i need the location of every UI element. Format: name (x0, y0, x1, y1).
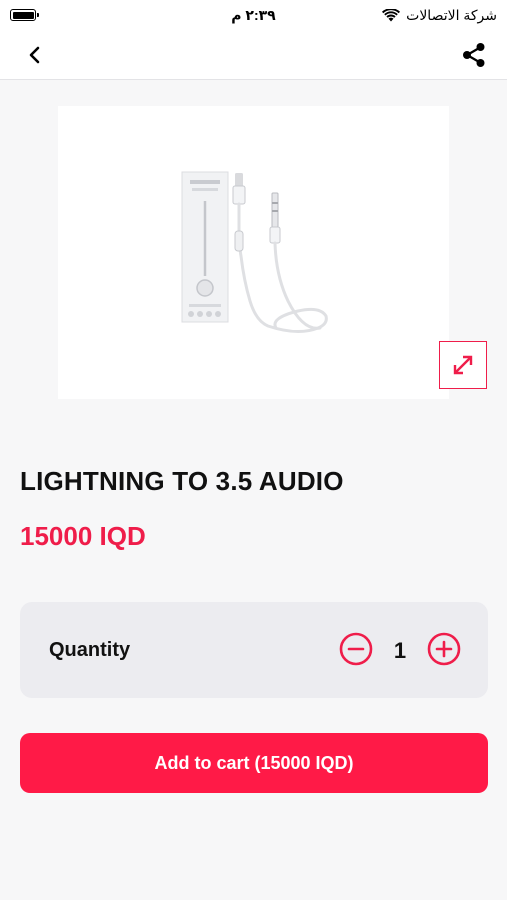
battery-icon (10, 9, 39, 21)
status-bar: ٢:٣٩ م شركة الاتصالات (0, 0, 507, 30)
product-title: LIGHTNING TO 3.5 AUDIO (20, 466, 344, 496)
add-to-cart-button[interactable]: Add to cart (15000 IQD) (20, 733, 488, 793)
product-photo (181, 171, 328, 333)
plus-circle-icon (427, 632, 461, 666)
share-icon (463, 42, 485, 67)
product-price: 15000 IQD (20, 521, 146, 551)
expand-image-button[interactable] (439, 341, 487, 389)
status-carrier-group: شركة الاتصالات (382, 7, 497, 24)
quantity-value: 1 (393, 638, 407, 663)
quantity-label: Quantity (49, 639, 131, 661)
increment-button[interactable] (427, 632, 461, 666)
wifi-icon (382, 8, 401, 21)
share-button[interactable] (459, 40, 489, 70)
expand-icon (453, 355, 473, 375)
decrement-button[interactable] (339, 632, 373, 666)
quantity-card: Quantity 1 (20, 602, 488, 698)
minus-circle-icon (339, 632, 373, 666)
carrier-name: شركة الاتصالات (406, 6, 497, 23)
nav-bar (0, 30, 507, 80)
back-button[interactable] (20, 40, 50, 70)
product-image[interactable] (58, 106, 487, 399)
chevron-left-icon (29, 46, 40, 63)
